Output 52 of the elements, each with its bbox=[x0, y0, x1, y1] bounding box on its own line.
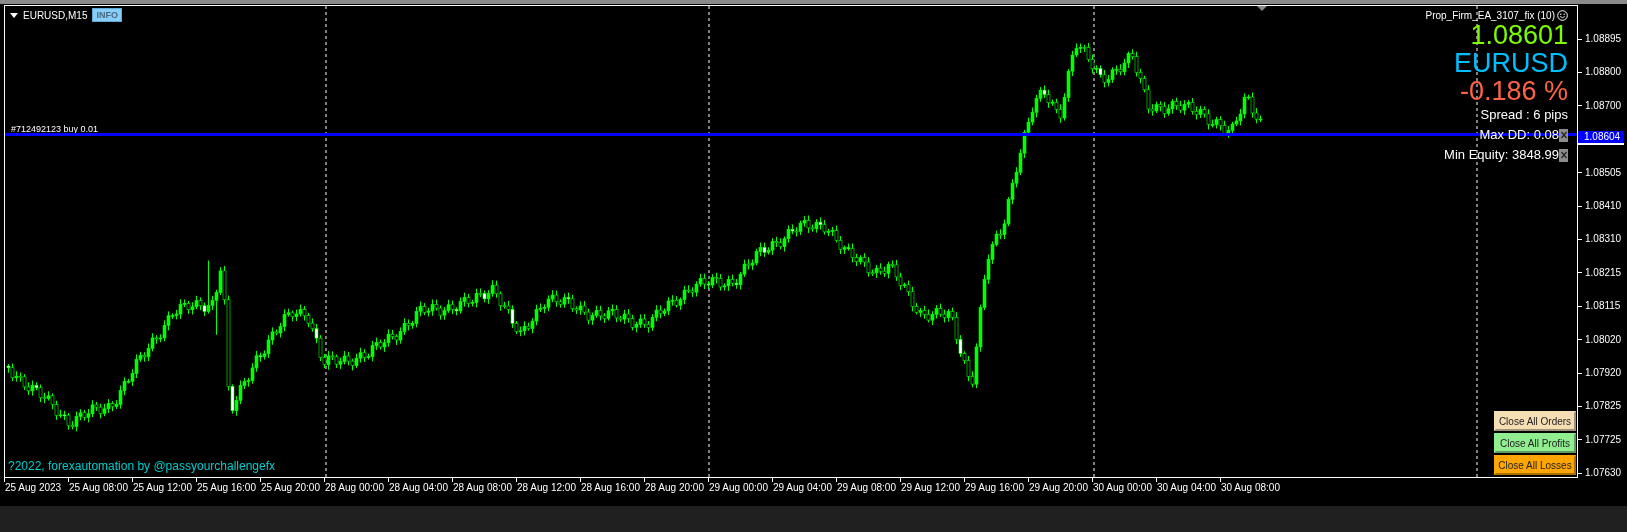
price-axis-label: 1.08410 bbox=[1585, 200, 1622, 212]
time-axis-label: 25 Aug 16:00 bbox=[196, 482, 256, 494]
shift-marker-icon[interactable] bbox=[1257, 6, 1267, 11]
price-axis-label: 1.08700 bbox=[1585, 99, 1622, 112]
time-axis-label: 25 Aug 12:00 bbox=[132, 482, 192, 494]
time-axis-label: 28 Aug 20:00 bbox=[644, 482, 704, 494]
close-all-button[interactable]: Close All Losses bbox=[1494, 455, 1576, 475]
price-axis-label: 1.08020 bbox=[1585, 333, 1622, 346]
info-button[interactable]: INFO bbox=[92, 8, 122, 22]
price-axis-label: 1.07630 bbox=[1585, 467, 1622, 480]
time-axis-label: 28 Aug 08:00 bbox=[452, 482, 512, 494]
time-axis-label: 25 Aug 20:00 bbox=[260, 482, 320, 494]
price-axis-label: 1.08115 bbox=[1585, 300, 1621, 313]
price-axis-label: 1.07825 bbox=[1585, 400, 1622, 413]
time-axis-label: 28 Aug 16:00 bbox=[580, 482, 640, 494]
time-axis-label: 25 Aug 08:00 bbox=[68, 482, 128, 494]
spread-text: Spread : 6 pips bbox=[1480, 106, 1568, 124]
time-axis-label: 28 Aug 00:00 bbox=[324, 482, 384, 494]
symbol-name: EURUSD bbox=[1454, 49, 1568, 77]
smiley-icon bbox=[1557, 10, 1568, 21]
time-axis-label: 29 Aug 16:00 bbox=[964, 482, 1024, 494]
time-axis-label: 25 Aug 2023 bbox=[4, 482, 62, 494]
price-axis-label: 1.07725 bbox=[1585, 433, 1622, 446]
price-axis-label: 1.08895 bbox=[1585, 33, 1622, 45]
time-axis-label: 30 Aug 08:00 bbox=[1220, 482, 1280, 494]
close-all-button[interactable]: Close All Orders bbox=[1494, 411, 1576, 431]
price-axis-label: 1.08310 bbox=[1585, 233, 1622, 246]
price-axis-label: 1.08800 bbox=[1585, 66, 1622, 79]
time-axis-label: 29 Aug 04:00 bbox=[772, 482, 832, 494]
time-axis-label: 30 Aug 04:00 bbox=[1156, 482, 1216, 494]
order-label: #712492123 buy 0.01 bbox=[11, 124, 99, 134]
close-button[interactable] bbox=[1559, 128, 1568, 142]
close-all-button[interactable]: Close All Profits bbox=[1494, 433, 1576, 453]
time-axis-label: 28 Aug 12:00 bbox=[516, 482, 576, 494]
time-axis-label: 28 Aug 04:00 bbox=[388, 482, 448, 494]
price-axis-label: 1.08505 bbox=[1585, 166, 1622, 179]
time-axis-label: 29 Aug 20:00 bbox=[1028, 482, 1088, 494]
daily-change: -0.186 % bbox=[1459, 77, 1568, 105]
time-axis-label: 29 Aug 00:00 bbox=[708, 482, 768, 494]
symbol-label: EURUSD,M15 bbox=[23, 9, 88, 21]
time-axis-label: 29 Aug 08:00 bbox=[836, 482, 896, 494]
price-axis-label: 1.08215 bbox=[1585, 266, 1622, 279]
caret-icon[interactable] bbox=[10, 12, 18, 18]
price-axis-label: 1.07920 bbox=[1585, 367, 1622, 379]
bid-price: 1.08601 bbox=[1470, 21, 1568, 49]
close-button[interactable] bbox=[1559, 148, 1568, 162]
min-equity-text: Min Equity: 3848.99 bbox=[1444, 146, 1559, 164]
copyright-text: ?2022, forexautomation by @passyourchallengefx bbox=[8, 459, 275, 473]
ea-title: Prop_Firm_EA_3107_fix (10) bbox=[1425, 10, 1555, 21]
time-axis-label: 29 Aug 12:00 bbox=[900, 482, 960, 494]
time-axis-label: 30 Aug 00:00 bbox=[1092, 482, 1152, 494]
current-price-tag: 1.08604 bbox=[1578, 131, 1625, 145]
